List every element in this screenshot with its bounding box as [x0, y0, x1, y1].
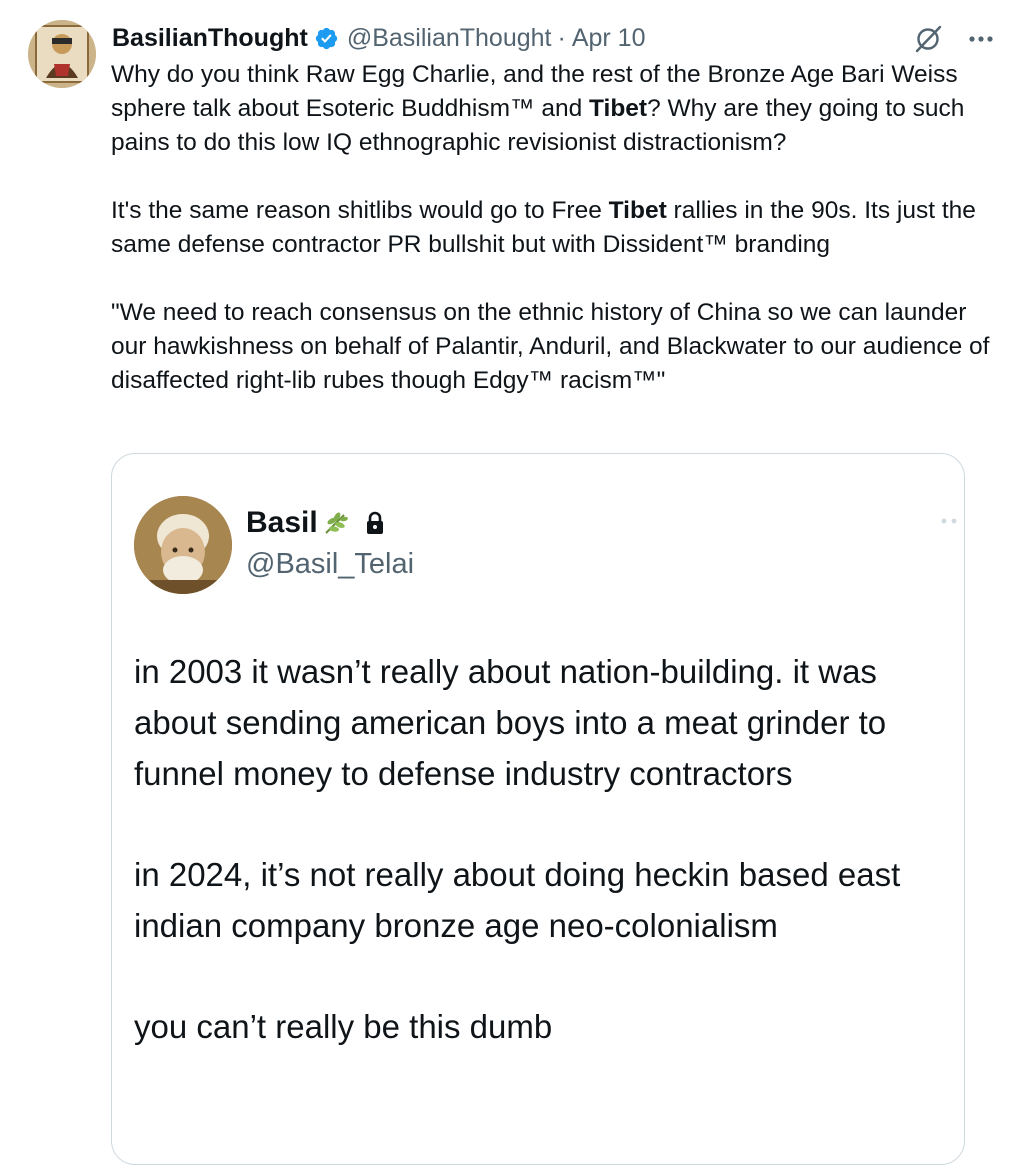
verified-badge-icon: [315, 27, 338, 49]
tweet-date[interactable]: Apr 10: [572, 24, 646, 53]
author-display-name[interactable]: BasilianThought: [112, 24, 308, 53]
tweet-highlight-term: Tibet: [608, 197, 667, 224]
quoted-tweet[interactable]: Basil @Basil_Telai in 2003 it wasn’t rea…: [111, 453, 965, 1165]
header-separator: ·: [557, 23, 566, 52]
quoted-author-avatar[interactable]: [134, 496, 232, 594]
quoted-author-display-name[interactable]: Basil: [246, 506, 318, 540]
quoted-tweet-paragraph: in 2003 it wasn’t really about nation-bu…: [134, 653, 887, 792]
tweet-header: BasilianThought @BasilianThought · Apr 1…: [112, 20, 646, 56]
grok-icon[interactable]: [912, 22, 946, 56]
quoted-tweet-paragraph: you can’t really be this dumb: [134, 1008, 553, 1045]
lock-icon: [366, 511, 383, 534]
more-icon[interactable]: [964, 22, 998, 56]
tweet[interactable]: BasilianThought @BasilianThought · Apr 1…: [0, 0, 1014, 1172]
tweet-paragraph: Why do you think Raw Egg Charlie, and th…: [111, 58, 1001, 160]
tweet-paragraph: "We need to reach consensus on the ethni…: [111, 296, 1001, 398]
quoted-tweet-paragraph: in 2024, it’s not really about doing hec…: [134, 856, 901, 944]
header-actions: [912, 22, 998, 56]
quoted-tweet-text: in 2003 it wasn’t really about nation-bu…: [134, 646, 954, 1102]
tweet-paragraph: It's the same reason shitlibs would go t…: [111, 194, 1001, 262]
quoted-more-icon[interactable]: [938, 514, 962, 528]
quoted-author-name-row: Basil: [246, 506, 388, 540]
tweet-text: Why do you think Raw Egg Charlie, and th…: [111, 58, 1001, 432]
quoted-author-handle[interactable]: @Basil_Telai: [246, 548, 414, 581]
tweet-text-segment: "We need to reach consensus on the ethni…: [111, 299, 990, 394]
herb-leaf-icon: [325, 512, 348, 534]
author-handle[interactable]: @BasilianThought: [347, 24, 552, 53]
author-avatar[interactable]: [28, 20, 96, 88]
tweet-highlight-term: Tibet: [589, 95, 648, 122]
tweet-text-segment: It's the same reason shitlibs would go t…: [111, 197, 609, 224]
